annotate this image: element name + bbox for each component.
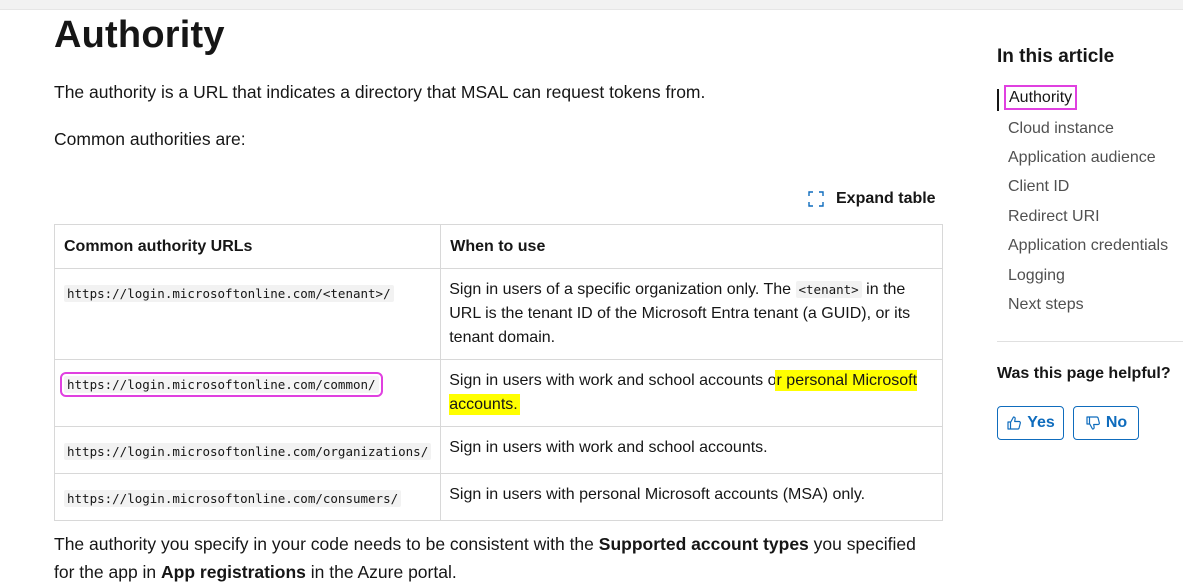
toc-item-logging[interactable]: Logging	[1008, 267, 1065, 285]
common-authorities-paragraph: Common authorities are:	[54, 129, 246, 149]
feedback-no-label: No	[1105, 414, 1128, 431]
thumbs-up-icon	[1007, 416, 1022, 430]
toc-active-indicator	[997, 89, 999, 111]
url-code: https://login.microsoftonline.com/organi…	[64, 443, 432, 460]
url-code: https://login.microsoftonline.com/consum…	[64, 490, 402, 507]
toc-item-next-steps[interactable]: Next steps	[1008, 296, 1084, 314]
when-to-use-cell: Sign in users with work and school accou…	[440, 426, 943, 474]
toc-item-client-id[interactable]: Client ID	[1008, 178, 1069, 196]
when-to-use-cell: Sign in users with work and school accou…	[440, 359, 943, 427]
toc-item-redirect-uri[interactable]: Redirect URI	[1008, 208, 1100, 226]
table-row: https://login.microsoftonline.com/consum…	[53, 473, 943, 521]
expand-icon	[808, 191, 824, 207]
when-to-use-cell: Sign in users with personal Microsoft ac…	[440, 473, 943, 521]
feedback-no-button[interactable]: No	[1073, 406, 1139, 440]
closing-paragraph: The authority you specify in your code n…	[54, 534, 916, 582]
feedback-yes-button[interactable]: Yes	[997, 406, 1064, 440]
authorities-table: Common authority URLs When to use https:…	[53, 224, 943, 521]
column-header-urls: Common authority URLs	[53, 224, 442, 269]
table-row: https://login.microsoftonline.com/<tenan…	[53, 268, 943, 360]
intro-paragraph: The authority is a URL that indicates a …	[54, 82, 706, 102]
sidebar-divider	[997, 341, 1183, 342]
url-code-highlighted: https://login.microsoftonline.com/common…	[60, 372, 383, 397]
toc-title: In this article	[997, 46, 1115, 67]
toc-item-application-credentials[interactable]: Application credentials	[1008, 237, 1168, 255]
feedback-yes-label: Yes	[1027, 414, 1055, 431]
expand-table-button[interactable]: Expand table	[808, 187, 936, 211]
toc-item-authority[interactable]: Authority	[1003, 85, 1078, 110]
thumbs-down-icon	[1086, 416, 1100, 430]
expand-table-label: Expand table	[836, 190, 936, 207]
table-row: https://login.microsoftonline.com/organi…	[53, 426, 943, 474]
table-row: https://login.microsoftonline.com/common…	[53, 359, 943, 427]
table-header-row: Common authority URLs When to use	[53, 224, 943, 269]
top-bar	[0, 0, 1183, 10]
when-to-use-cell: Sign in users of a specific organization…	[440, 268, 943, 360]
toc-item-application-audience[interactable]: Application audience	[1008, 149, 1156, 167]
url-code: https://login.microsoftonline.com/<tenan…	[64, 285, 394, 302]
page-title: Authority	[54, 14, 225, 56]
column-header-when: When to use	[440, 224, 943, 269]
feedback-question: Was this page helpful?	[997, 365, 1171, 382]
tenant-code: <tenant>	[795, 281, 862, 298]
toc-item-cloud-instance[interactable]: Cloud instance	[1008, 120, 1114, 138]
